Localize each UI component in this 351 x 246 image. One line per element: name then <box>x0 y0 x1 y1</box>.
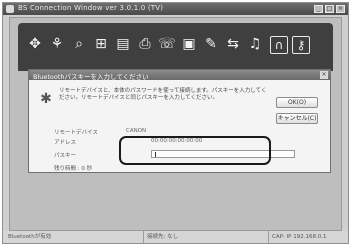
title-bar: BS Connection Window ver 3.0.1.0 (TV) _ … <box>3 3 348 15</box>
document-icon[interactable]: ▤ <box>114 35 132 53</box>
application-window: BS Connection Window ver 3.0.1.0 (TV) _ … <box>2 2 349 244</box>
remote-device-label: リモートデバイス <box>54 130 98 136</box>
status-bluetooth: Bluetoothが有効 <box>8 234 52 240</box>
folder-icon[interactable]: ▣ <box>180 35 198 53</box>
close-window-button[interactable]: × <box>336 5 345 13</box>
timeout-label: 残り時間 : 0 秒 <box>54 166 93 172</box>
bluetooth-icon: ✱ <box>40 91 52 107</box>
passkey-highlight-outline <box>119 136 271 165</box>
dialog-title-bar: Bluetoothパスキーを入力してください × <box>29 70 330 81</box>
app-icon <box>6 5 14 13</box>
computer-icon[interactable]: ⊞ <box>92 35 110 53</box>
cancel-button[interactable]: キャンセル(C) <box>276 113 318 124</box>
network-icon[interactable]: ✥ <box>26 35 44 53</box>
status-bar: Bluetoothが有効 接続先: なし CAP: IP 192.168.0.1 <box>3 231 348 243</box>
dialog-title: Bluetoothパスキーを入力してください <box>33 73 149 81</box>
ok-button[interactable]: OK(O) <box>276 97 318 108</box>
dialog-message: リモートデバイスと、本体のパスワードを使って接続します。パスキーを入力してくださ… <box>59 88 267 101</box>
minimize-button[interactable]: _ <box>314 5 323 13</box>
toolbar: ✥ ⚘ ⌕ ⊞ ▤ ⎙ ☏ ▣ ✎ ⇆ ♫ ∩ ⚷ <box>18 23 333 71</box>
passkey-label: パスキー <box>54 153 77 159</box>
maximize-button[interactable]: □ <box>325 5 334 13</box>
remote-device-value: CANON <box>126 128 147 134</box>
status-ip: CAP: IP 192.168.0.1 <box>268 231 326 243</box>
printer-icon[interactable]: ⎙ <box>136 35 154 53</box>
window-title: BS Connection Window ver 3.0.1.0 (TV) <box>18 4 164 12</box>
status-connection: 接続先: なし <box>143 231 178 243</box>
headset-icon[interactable]: ∩ <box>270 36 288 54</box>
devices-icon[interactable]: ⚘ <box>48 35 66 53</box>
key-icon[interactable]: ⚷ <box>292 36 310 54</box>
address-label: アドレス <box>54 140 77 146</box>
window-controls: _ □ × <box>314 5 345 13</box>
transfer-icon[interactable]: ⇆ <box>224 35 242 53</box>
audio-icon[interactable]: ♫ <box>246 35 264 53</box>
fax-icon[interactable]: ☏ <box>158 35 176 53</box>
pen-icon[interactable]: ✎ <box>202 35 220 53</box>
dialog-close-icon[interactable]: × <box>320 71 328 79</box>
search-icon[interactable]: ⌕ <box>70 35 88 53</box>
